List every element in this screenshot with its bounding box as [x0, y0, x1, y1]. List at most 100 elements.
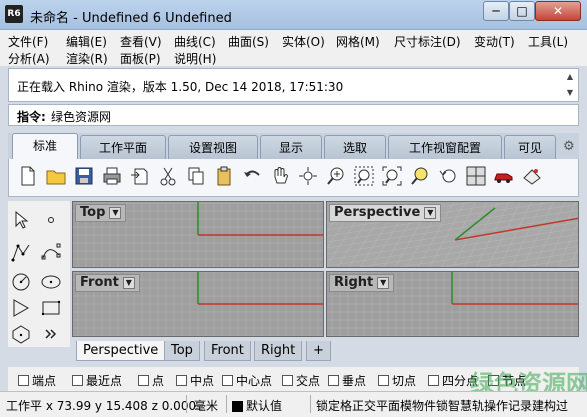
- osnap-intersection[interactable]: 交点: [282, 372, 320, 389]
- arc-icon[interactable]: [10, 297, 32, 319]
- paste-icon[interactable]: [213, 165, 235, 187]
- rotate-view-icon[interactable]: [297, 165, 319, 187]
- status-modes[interactable]: 锁定格正交平面模物件锁智慧轨操作记录建构过: [316, 397, 586, 414]
- viewport-tab-front[interactable]: Front: [204, 341, 251, 361]
- zoom-window-icon[interactable]: [353, 165, 375, 187]
- viewport-top[interactable]: Top ▼: [72, 201, 324, 268]
- viewport-label-perspective[interactable]: Perspective ▼: [329, 204, 442, 222]
- tab-visibility[interactable]: 可见: [504, 135, 556, 159]
- osnap-checkbox[interactable]: [282, 375, 293, 386]
- chevron-down-icon[interactable]: ▼: [109, 207, 122, 219]
- osnap-tangent[interactable]: 切点: [378, 372, 416, 389]
- zoom-dynamic-icon[interactable]: [325, 165, 347, 187]
- tab-display[interactable]: 显示: [260, 135, 322, 159]
- osnap-checkbox[interactable]: [328, 375, 339, 386]
- osnap-perpendicular[interactable]: 垂点: [328, 372, 366, 389]
- menu-render[interactable]: 渲染(R): [66, 50, 108, 67]
- undo-view-icon[interactable]: [437, 165, 459, 187]
- chevron-down-icon[interactable]: ▼: [122, 277, 135, 289]
- viewport-right[interactable]: Right ▼: [326, 271, 579, 337]
- pan-hand-icon[interactable]: [269, 165, 291, 187]
- tab-cplanes[interactable]: 工作平面: [80, 135, 166, 159]
- zoom-extents-icon[interactable]: [381, 165, 403, 187]
- osnap-checkbox[interactable]: [428, 375, 439, 386]
- maximize-button[interactable]: □: [509, 1, 535, 21]
- save-icon[interactable]: [73, 165, 95, 187]
- menu-help[interactable]: 说明(H): [174, 50, 216, 67]
- menu-file[interactable]: 文件(F): [8, 33, 48, 50]
- osnap-checkbox[interactable]: [222, 375, 233, 386]
- osnap-checkbox[interactable]: [176, 375, 187, 386]
- open-folder-icon[interactable]: [45, 165, 67, 187]
- add-viewport-button[interactable]: +: [306, 341, 331, 361]
- menu-view[interactable]: 查看(V): [120, 33, 162, 50]
- viewport-label-front[interactable]: Front ▼: [75, 274, 140, 292]
- car-render-icon[interactable]: [493, 165, 515, 187]
- osnap-checkbox[interactable]: [72, 375, 83, 386]
- tab-viewport-layout[interactable]: 工作视窗配置: [388, 135, 502, 159]
- tab-set-view[interactable]: 设置视图: [168, 135, 258, 159]
- curve-points-icon[interactable]: [40, 241, 62, 263]
- viewport-label-right[interactable]: Right ▼: [329, 274, 395, 292]
- menu-edit[interactable]: 编辑(E): [66, 33, 107, 50]
- osnap-checkbox[interactable]: [138, 375, 149, 386]
- close-button[interactable]: ✕: [535, 1, 581, 21]
- import-icon[interactable]: [129, 165, 151, 187]
- osnap-mid[interactable]: 中点: [176, 372, 214, 389]
- select-arrow-icon[interactable]: [10, 209, 32, 231]
- print-icon[interactable]: [101, 165, 123, 187]
- undo-icon[interactable]: [241, 165, 263, 187]
- osnap-end[interactable]: 端点: [18, 372, 56, 389]
- window-title: 未命名 - Undefined 6 Undefined: [30, 11, 232, 26]
- toolbar-tab-strip: 标准 工作平面 设置视图 显示 选取 工作视窗配置 可见: [8, 133, 579, 159]
- osnap-point[interactable]: 点: [138, 372, 164, 389]
- menu-bar: 文件(F) 编辑(E) 查看(V) 曲线(C) 曲面(S) 实体(O) 网格(M…: [0, 30, 587, 66]
- menu-solid[interactable]: 实体(O): [282, 33, 325, 50]
- menu-curve[interactable]: 曲线(C): [174, 33, 216, 50]
- menu-analyze[interactable]: 分析(A): [8, 50, 50, 67]
- gear-icon[interactable]: ⚙: [563, 139, 575, 154]
- viewport-front[interactable]: Front ▼: [72, 271, 324, 337]
- scroll-up-icon[interactable]: ▲: [564, 71, 576, 83]
- menu-tools[interactable]: 工具(L): [528, 33, 568, 50]
- command-history[interactable]: 正在载入 Rhino 渲染，版本 1.50, Dec 14 2018, 17:5…: [8, 68, 579, 102]
- menu-surface[interactable]: 曲面(S): [228, 33, 269, 50]
- viewport-tab-top[interactable]: Top: [164, 341, 200, 361]
- zoom-selected-icon[interactable]: [409, 165, 431, 187]
- polygon-icon[interactable]: [10, 323, 32, 345]
- menu-transform[interactable]: 变动(T): [474, 33, 515, 50]
- menu-mesh[interactable]: 网格(M): [336, 33, 380, 50]
- polyline-icon[interactable]: [10, 241, 32, 263]
- command-input[interactable]: 绿色资源网: [51, 108, 551, 125]
- rectangle-icon[interactable]: [40, 297, 62, 319]
- copy-icon[interactable]: [185, 165, 207, 187]
- viewport-label-top[interactable]: Top ▼: [75, 204, 127, 222]
- properties-icon[interactable]: [521, 165, 543, 187]
- chevron-down-icon[interactable]: ▼: [424, 207, 437, 219]
- osnap-center[interactable]: 中心点: [222, 372, 272, 389]
- menu-panels[interactable]: 面板(P): [120, 50, 161, 67]
- osnap-checkbox[interactable]: [18, 375, 29, 386]
- rhino-app-icon[interactable]: R6: [5, 5, 23, 23]
- four-viewports-icon[interactable]: [465, 165, 487, 187]
- status-layer[interactable]: 默认值: [232, 397, 282, 414]
- status-units[interactable]: 毫米: [194, 397, 218, 414]
- chevron-down-icon[interactable]: ▼: [377, 277, 390, 289]
- viewport-tab-perspective[interactable]: Perspective: [76, 341, 166, 361]
- circle-icon[interactable]: [10, 271, 32, 293]
- new-file-icon[interactable]: [17, 165, 39, 187]
- tab-standard[interactable]: 标准: [12, 133, 78, 159]
- more-tools-icon[interactable]: [40, 323, 62, 345]
- command-prompt: 指令: 绿色资源网: [8, 104, 579, 126]
- osnap-checkbox[interactable]: [378, 375, 389, 386]
- osnap-near[interactable]: 最近点: [72, 372, 122, 389]
- viewport-perspective[interactable]: Perspective ▼: [326, 201, 579, 268]
- ellipse-icon[interactable]: [40, 271, 62, 293]
- menu-dimension[interactable]: 尺寸标注(D): [394, 33, 461, 50]
- point-icon[interactable]: [40, 209, 62, 231]
- cut-icon[interactable]: [157, 165, 179, 187]
- tab-select[interactable]: 选取: [324, 135, 386, 159]
- viewport-tab-right[interactable]: Right: [254, 341, 303, 361]
- minimize-button[interactable]: ─: [483, 1, 509, 21]
- scroll-down-icon[interactable]: ▼: [564, 87, 576, 99]
